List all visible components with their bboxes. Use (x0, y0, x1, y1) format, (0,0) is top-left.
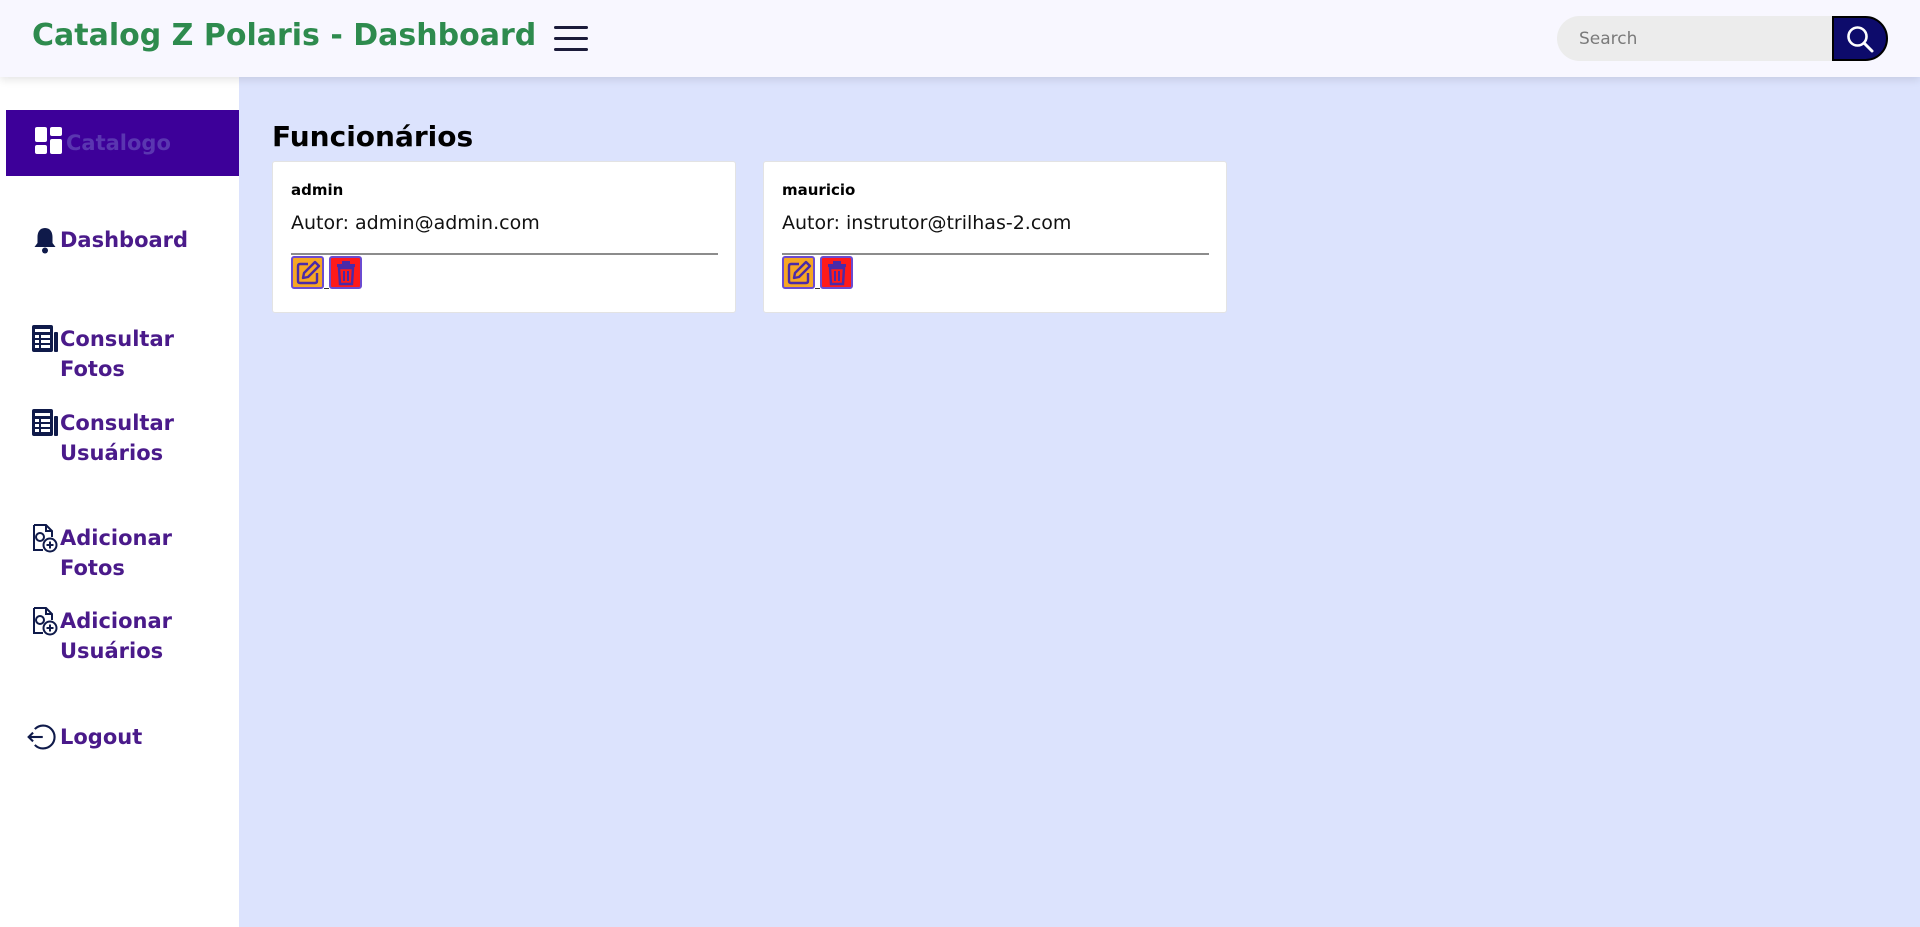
sidebar-item-logout[interactable]: Logout (0, 722, 239, 762)
employee-card: mauricio Autor: instrutor@trilhas-2.com (763, 161, 1227, 313)
edit-button[interactable] (782, 256, 815, 289)
logout-icon (27, 724, 56, 750)
edit-icon (787, 260, 811, 284)
card-name: mauricio (782, 181, 856, 199)
sidebar-item-label: Consultar Usuários (60, 411, 175, 465)
page-title: Funcionários (272, 120, 474, 153)
search-bar (1557, 16, 1888, 61)
search-icon (1847, 25, 1874, 52)
bell-icon (34, 228, 56, 254)
sidebar-item-consultar-fotos[interactable]: Consultar Fotos (0, 324, 239, 381)
card-author: Autor: instrutor@trilhas-2.com (782, 212, 1072, 234)
sidebar: Catalogo Dashboard Consultar Fotos Consu… (0, 77, 239, 927)
sidebar-item-consultar-usuarios[interactable]: Consultar Usuários (0, 408, 239, 468)
sidebar-item-label: Adicionar Usuários (60, 609, 173, 663)
sidebar-item-label: Catalogo (66, 131, 171, 155)
divider (291, 253, 718, 255)
sidebar-item-dashboard[interactable]: Dashboard (0, 225, 239, 265)
employee-card: admin Autor: admin@admin.com (272, 161, 736, 313)
sidebar-item-label: Logout (60, 725, 143, 749)
trash-icon (336, 260, 355, 285)
sidebar-item-label: Consultar Fotos (60, 327, 175, 381)
sidebar-item-adicionar-fotos[interactable]: Adicionar Fotos (0, 523, 239, 580)
grid-icon (35, 127, 62, 154)
table-list-icon (32, 409, 58, 436)
search-input[interactable] (1557, 16, 1847, 61)
delete-button[interactable] (329, 256, 362, 289)
sidebar-item-label: Dashboard (60, 228, 189, 252)
divider (324, 288, 329, 289)
top-bar: Catalog Z Polaris - Dashboard (0, 0, 1920, 77)
edit-button[interactable] (291, 256, 324, 289)
edit-icon (296, 260, 320, 284)
delete-button[interactable] (820, 256, 853, 289)
hamburger-menu-icon[interactable] (554, 26, 588, 52)
sidebar-item-label: Adicionar Fotos (60, 526, 173, 580)
divider (815, 288, 820, 289)
sidebar-item-adicionar-usuarios[interactable]: Adicionar Usuários (0, 606, 239, 666)
card-name: admin (291, 181, 344, 199)
trash-icon (827, 260, 846, 285)
table-list-icon (32, 325, 58, 352)
app-title: Catalog Z Polaris - Dashboard (32, 18, 537, 53)
sidebar-item-catalogo[interactable]: Catalogo (6, 110, 239, 176)
file-add-icon (33, 524, 58, 553)
card-author: Autor: admin@admin.com (291, 212, 540, 234)
divider (782, 253, 1209, 255)
file-add-icon (33, 607, 58, 636)
search-button[interactable] (1832, 16, 1888, 61)
